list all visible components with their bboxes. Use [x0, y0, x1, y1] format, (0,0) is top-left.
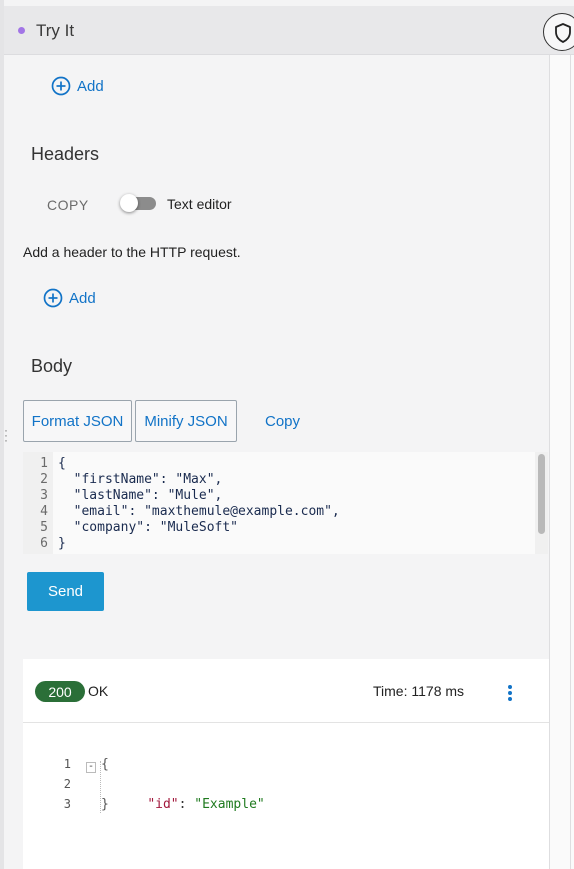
shield-icon — [555, 23, 571, 43]
editor-scrollbar-thumb[interactable] — [538, 454, 545, 534]
plus-circle-icon — [51, 76, 71, 96]
status-dot-icon — [18, 27, 25, 34]
headers-hint: Add a header to the HTTP request. — [23, 244, 241, 260]
panel-title: Try It — [36, 21, 75, 40]
add-label: Add — [69, 289, 96, 307]
toggle-knob — [120, 194, 138, 212]
text-editor-label: Text editor — [167, 196, 232, 212]
body-editor[interactable]: 1{ 2 "firstName": "Max", 3 "lastName": "… — [23, 452, 548, 554]
text-editor-toggle[interactable] — [120, 194, 156, 212]
headers-title: Headers — [31, 144, 100, 164]
line-number: 3 — [63, 797, 71, 811]
code-line: 4 "email": "maxthemule@example.com", — [40, 504, 340, 519]
code-line: 6} — [40, 536, 66, 551]
right-scroll-rail[interactable] — [549, 55, 574, 869]
copy-body-link[interactable]: Copy — [265, 413, 300, 430]
line-number: 1 — [63, 757, 71, 771]
json-close-brace: } — [101, 797, 109, 812]
status-text: OK — [88, 683, 109, 699]
copy-headers-button[interactable]: COPY — [47, 197, 89, 213]
add-query-param-link[interactable]: Add — [51, 76, 104, 96]
json-key: "id" — [147, 797, 179, 812]
code-line: 2 "firstName": "Max", — [40, 472, 223, 487]
json-colon: : — [178, 797, 195, 812]
more-options-icon[interactable] — [503, 683, 517, 703]
plus-circle-icon — [43, 288, 63, 308]
fold-toggle-icon[interactable]: - — [86, 762, 96, 773]
send-button[interactable]: Send — [27, 572, 104, 611]
json-open-brace: { — [101, 757, 109, 772]
format-json-button[interactable]: Format JSON — [23, 400, 132, 442]
add-label: Add — [77, 77, 104, 95]
response-panel: 200 OK Time: 1178 ms 1 2 3 - { "id": "Ex… — [23, 659, 549, 869]
minify-json-button[interactable]: Minify JSON — [135, 400, 237, 442]
line-number: 2 — [63, 777, 71, 791]
status-badge: 200 — [35, 681, 85, 702]
code-line: 3 "lastName": "Mule", — [40, 488, 223, 503]
add-header-link[interactable]: Add — [43, 288, 96, 308]
json-line: "id": "Example" — [116, 775, 264, 812]
shield-button[interactable] — [543, 13, 574, 51]
code-line: 1{ — [40, 456, 66, 471]
panel-header: Try It — [4, 6, 574, 55]
response-time: Time: 1178 ms — [373, 683, 465, 699]
code-line: 5 "company": "MuleSoft" — [40, 520, 239, 535]
divider — [23, 722, 549, 723]
json-value: "Example" — [194, 797, 265, 812]
body-title: Body — [31, 356, 73, 376]
